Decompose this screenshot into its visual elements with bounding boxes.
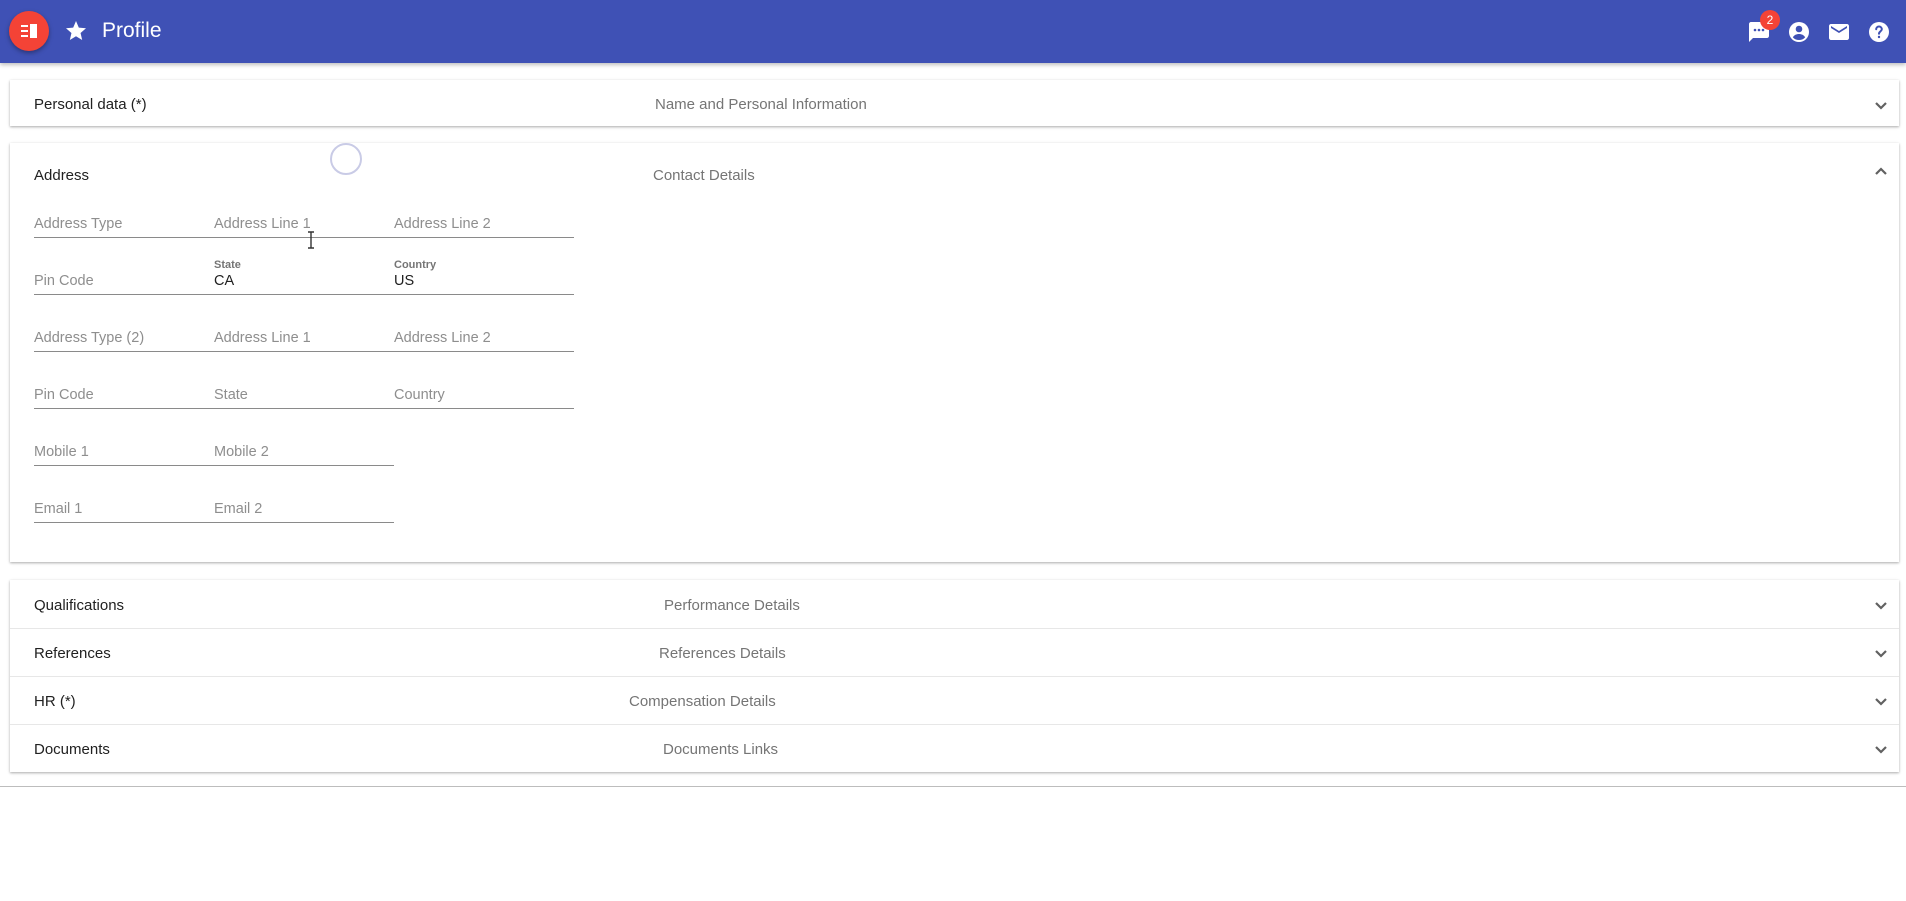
- address-type2-field[interactable]: Address Type (2): [34, 323, 214, 352]
- chevron-down-icon[interactable]: [1869, 738, 1893, 762]
- state2-placeholder: State: [214, 387, 248, 403]
- panel-header-documents[interactable]: Documents Documents Links: [10, 724, 1899, 772]
- address2-line2-placeholder: Address Line 2: [394, 330, 491, 346]
- panel-description: References Details: [659, 645, 786, 662]
- pin-code-field[interactable]: Pin Code: [34, 266, 214, 295]
- chevron-up-icon[interactable]: [1869, 159, 1893, 183]
- chevron-down-icon[interactable]: [1869, 94, 1893, 118]
- messages-badge: 2: [1760, 10, 1780, 30]
- panel-address: Address Contact Details Address Type Add…: [10, 143, 1899, 562]
- panel-title: References: [34, 645, 111, 662]
- chevron-down-icon[interactable]: [1869, 690, 1893, 714]
- app-bar: Profile 2: [0, 0, 1906, 63]
- state-label: State: [214, 259, 241, 271]
- panel-title: Qualifications: [34, 597, 125, 614]
- mobile2-field[interactable]: Mobile 2: [214, 437, 394, 466]
- country-field[interactable]: Country US: [394, 259, 574, 295]
- country-value: US: [394, 273, 415, 289]
- chevron-down-icon[interactable]: [1869, 642, 1893, 666]
- pin-code2-field[interactable]: Pin Code: [34, 380, 214, 409]
- pin-code2-placeholder: Pin Code: [34, 387, 94, 403]
- text-cursor-icon: [308, 231, 314, 249]
- email1-field[interactable]: Email 1: [34, 494, 214, 523]
- panel-description: Documents Links: [663, 741, 779, 758]
- panel-description: Compensation Details: [629, 693, 776, 710]
- state-field[interactable]: State CA: [214, 259, 394, 295]
- account-circle-icon[interactable]: [1787, 20, 1811, 44]
- email1-placeholder: Email 1: [34, 501, 83, 517]
- address-line2-placeholder: Address Line 2: [394, 216, 491, 232]
- panel-header-references[interactable]: References References Details: [10, 628, 1899, 676]
- panel-title: Address: [34, 167, 90, 184]
- address-line2-field[interactable]: Address Line 2: [394, 209, 574, 238]
- panel-description: Name and Personal Information: [655, 96, 867, 113]
- address2-line2-field[interactable]: Address Line 2: [394, 323, 574, 352]
- page-title: Profile: [102, 19, 162, 42]
- mobile1-field[interactable]: Mobile 1: [34, 437, 214, 466]
- state2-field[interactable]: State: [214, 380, 394, 409]
- click-ripple: [330, 143, 362, 175]
- chevron-down-icon[interactable]: [1869, 594, 1893, 618]
- state-value: CA: [214, 273, 235, 289]
- address2-line1-field[interactable]: Address Line 1: [214, 323, 394, 352]
- address-type-placeholder: Address Type: [34, 216, 123, 232]
- panel-group-collapsed: Qualifications Performance Details Refer…: [10, 580, 1899, 772]
- panel-header-hr[interactable]: HR (*) Compensation Details: [10, 676, 1899, 724]
- address2-line1-placeholder: Address Line 1: [214, 330, 311, 346]
- country-label: Country: [394, 259, 437, 271]
- email2-field[interactable]: Email 2: [214, 494, 394, 523]
- menu-book-icon: [21, 24, 37, 38]
- mobile1-placeholder: Mobile 1: [34, 444, 89, 460]
- panel-header-address[interactable]: Address Contact Details: [10, 143, 1899, 203]
- pin-code-placeholder: Pin Code: [34, 273, 94, 289]
- star-icon[interactable]: [64, 19, 88, 43]
- country2-placeholder: Country: [394, 387, 445, 403]
- mobile2-placeholder: Mobile 2: [214, 444, 269, 460]
- panel-description: Contact Details: [653, 167, 755, 184]
- address-type2-placeholder: Address Type (2): [34, 330, 145, 346]
- panel-header-personal-data[interactable]: Personal data (*) Name and Personal Info…: [10, 80, 1899, 126]
- country2-field[interactable]: Country: [394, 380, 574, 409]
- address-line1-field[interactable]: Address Line 1: [214, 209, 394, 238]
- panel-title: Personal data (*): [34, 96, 147, 113]
- panel-title: HR (*): [34, 693, 76, 710]
- menu-button[interactable]: [9, 11, 49, 51]
- help-icon[interactable]: [1867, 20, 1891, 44]
- panel-personal-data: Personal data (*) Name and Personal Info…: [10, 80, 1899, 126]
- page-footer-divider: [0, 786, 1906, 787]
- address-type-field[interactable]: Address Type: [34, 209, 214, 238]
- address-line1-placeholder: Address Line 1: [214, 216, 311, 232]
- panel-description: Performance Details: [664, 597, 800, 614]
- mail-icon[interactable]: [1827, 20, 1851, 44]
- panel-header-qualifications[interactable]: Qualifications Performance Details: [10, 580, 1899, 628]
- panel-title: Documents: [34, 741, 110, 758]
- email2-placeholder: Email 2: [214, 501, 263, 517]
